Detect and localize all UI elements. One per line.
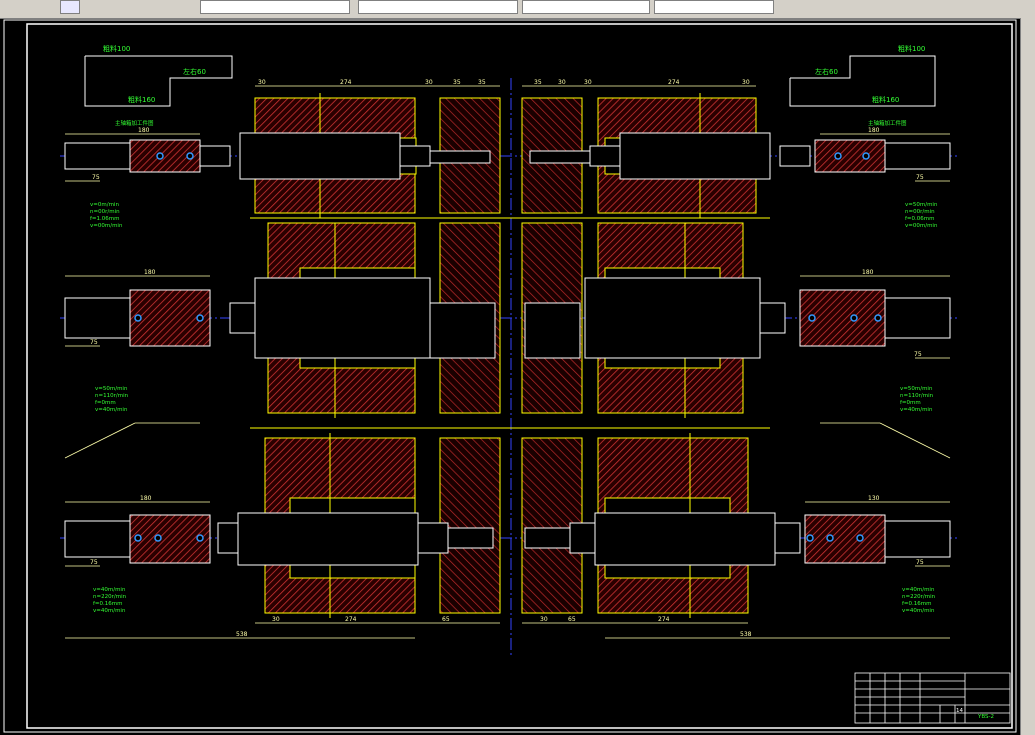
left-spindle-label: 主轴箱加工件图	[115, 119, 154, 127]
param-lm-1: v=50m/min	[95, 386, 128, 392]
param-rt-3: f=0.06mm	[905, 216, 935, 222]
dim-right-spindle-2: 180	[862, 269, 874, 276]
dim-small-3: 75	[90, 339, 98, 346]
dim-bot-right-1: 30	[540, 616, 548, 623]
dim-small-2: 75	[916, 174, 924, 181]
dim-top-left-4: 35	[453, 79, 461, 86]
param-lb-4: v=40m/min	[93, 608, 126, 614]
dim-top-left-1: 30	[258, 79, 266, 86]
dim-top-right-2: 30	[558, 79, 566, 86]
param-rt-4: v=00m/min	[905, 223, 938, 229]
right-top-box-label: 粗料100	[898, 44, 925, 53]
right-top-step-label: 左右60	[815, 67, 838, 76]
stock-profiles	[84, 55, 936, 107]
dim-left-spindle-2: 180	[144, 269, 156, 276]
dim-bot-left-1: 30	[272, 616, 280, 623]
param-lt-2: n=00r/min	[90, 209, 120, 215]
param-lb-2: n=220r/min	[93, 594, 127, 600]
dim-top-right-5: 30	[742, 79, 750, 86]
param-rt-2: n=00r/min	[905, 209, 935, 215]
cad-drawing-area[interactable]: 30 274 30 35 35 35 30 30 274 30 30 274 6…	[0, 18, 1021, 735]
dim-small-1: 75	[92, 174, 100, 181]
dim-top-left-2: 274	[340, 79, 352, 86]
left-top-box-label: 粗料100	[103, 44, 130, 53]
param-lm-4: v=40m/min	[95, 407, 128, 413]
toolbar-item-3[interactable]	[358, 0, 518, 14]
dim-top-right-3: 30	[584, 79, 592, 86]
dim-top-left-5: 35	[478, 79, 486, 86]
param-lt-1: v=0m/min	[90, 202, 119, 208]
toolbar-item-5[interactable]	[654, 0, 774, 14]
dim-small-6: 75	[916, 559, 924, 566]
sheet-border-outer	[3, 19, 1017, 733]
right-spindle-label: 主轴箱加工件图	[868, 119, 907, 127]
param-rm-2: n=110r/min	[900, 393, 934, 399]
param-rm-1: v=50m/min	[900, 386, 933, 392]
param-lt-3: f=1.06mm	[90, 216, 120, 222]
toolbar-item-6[interactable]	[778, 0, 1018, 14]
dim-bot-left-2: 274	[345, 616, 357, 623]
dim-overall-left: 538	[236, 631, 248, 638]
param-rm-4: v=40m/min	[900, 407, 933, 413]
param-rb-3: f=0.16mm	[902, 601, 932, 607]
sheet-border-inner	[26, 23, 1013, 729]
param-lb-3: f=0.16mm	[93, 601, 123, 607]
param-rb-1: v=40m/min	[902, 587, 935, 593]
param-lb-1: v=40m/min	[93, 587, 126, 593]
param-rm-3: f=0mm	[900, 400, 921, 406]
dim-left-spindle-3: 180	[140, 495, 152, 502]
dim-right-spindle-3: 130	[868, 495, 880, 502]
sheet-number: 14	[956, 708, 963, 714]
param-rb-2: n=220r/min	[902, 594, 936, 600]
toolbar	[0, 0, 1035, 19]
dim-top-right-4: 274	[668, 79, 680, 86]
dim-bot-right-3: 274	[658, 616, 670, 623]
left-top-step-label: 左右60	[183, 67, 206, 76]
spindle-holes	[134, 152, 882, 542]
dim-right-spindle-1: 180	[868, 127, 880, 134]
right-frame	[1020, 18, 1035, 735]
param-rb-4: v=40m/min	[902, 608, 935, 614]
drawing-number: YBS-2	[977, 714, 994, 720]
toolbar-item-1[interactable]	[60, 0, 80, 14]
dim-top-left-3: 30	[425, 79, 433, 86]
param-rt-1: v=50m/min	[905, 202, 938, 208]
toolbar-item-2[interactable]	[200, 0, 350, 14]
dim-overall-right: 538	[740, 631, 752, 638]
toolbar-item-4[interactable]	[522, 0, 650, 14]
spindles	[64, 132, 951, 566]
dim-small-4: 75	[914, 351, 922, 358]
dim-left-spindle-1: 180	[138, 127, 150, 134]
dim-small-5: 75	[90, 559, 98, 566]
dim-bot-right-2: 65	[568, 616, 576, 623]
dim-top-right-1: 35	[534, 79, 542, 86]
right-top-box-label2: 粗料160	[872, 95, 899, 104]
left-top-box-label2: 粗料160	[128, 95, 155, 104]
param-lm-3: f=0mm	[95, 400, 116, 406]
dim-bot-left-3: 65	[442, 616, 450, 623]
param-lm-2: n=110r/min	[95, 393, 129, 399]
param-lt-4: v=00m/min	[90, 223, 123, 229]
